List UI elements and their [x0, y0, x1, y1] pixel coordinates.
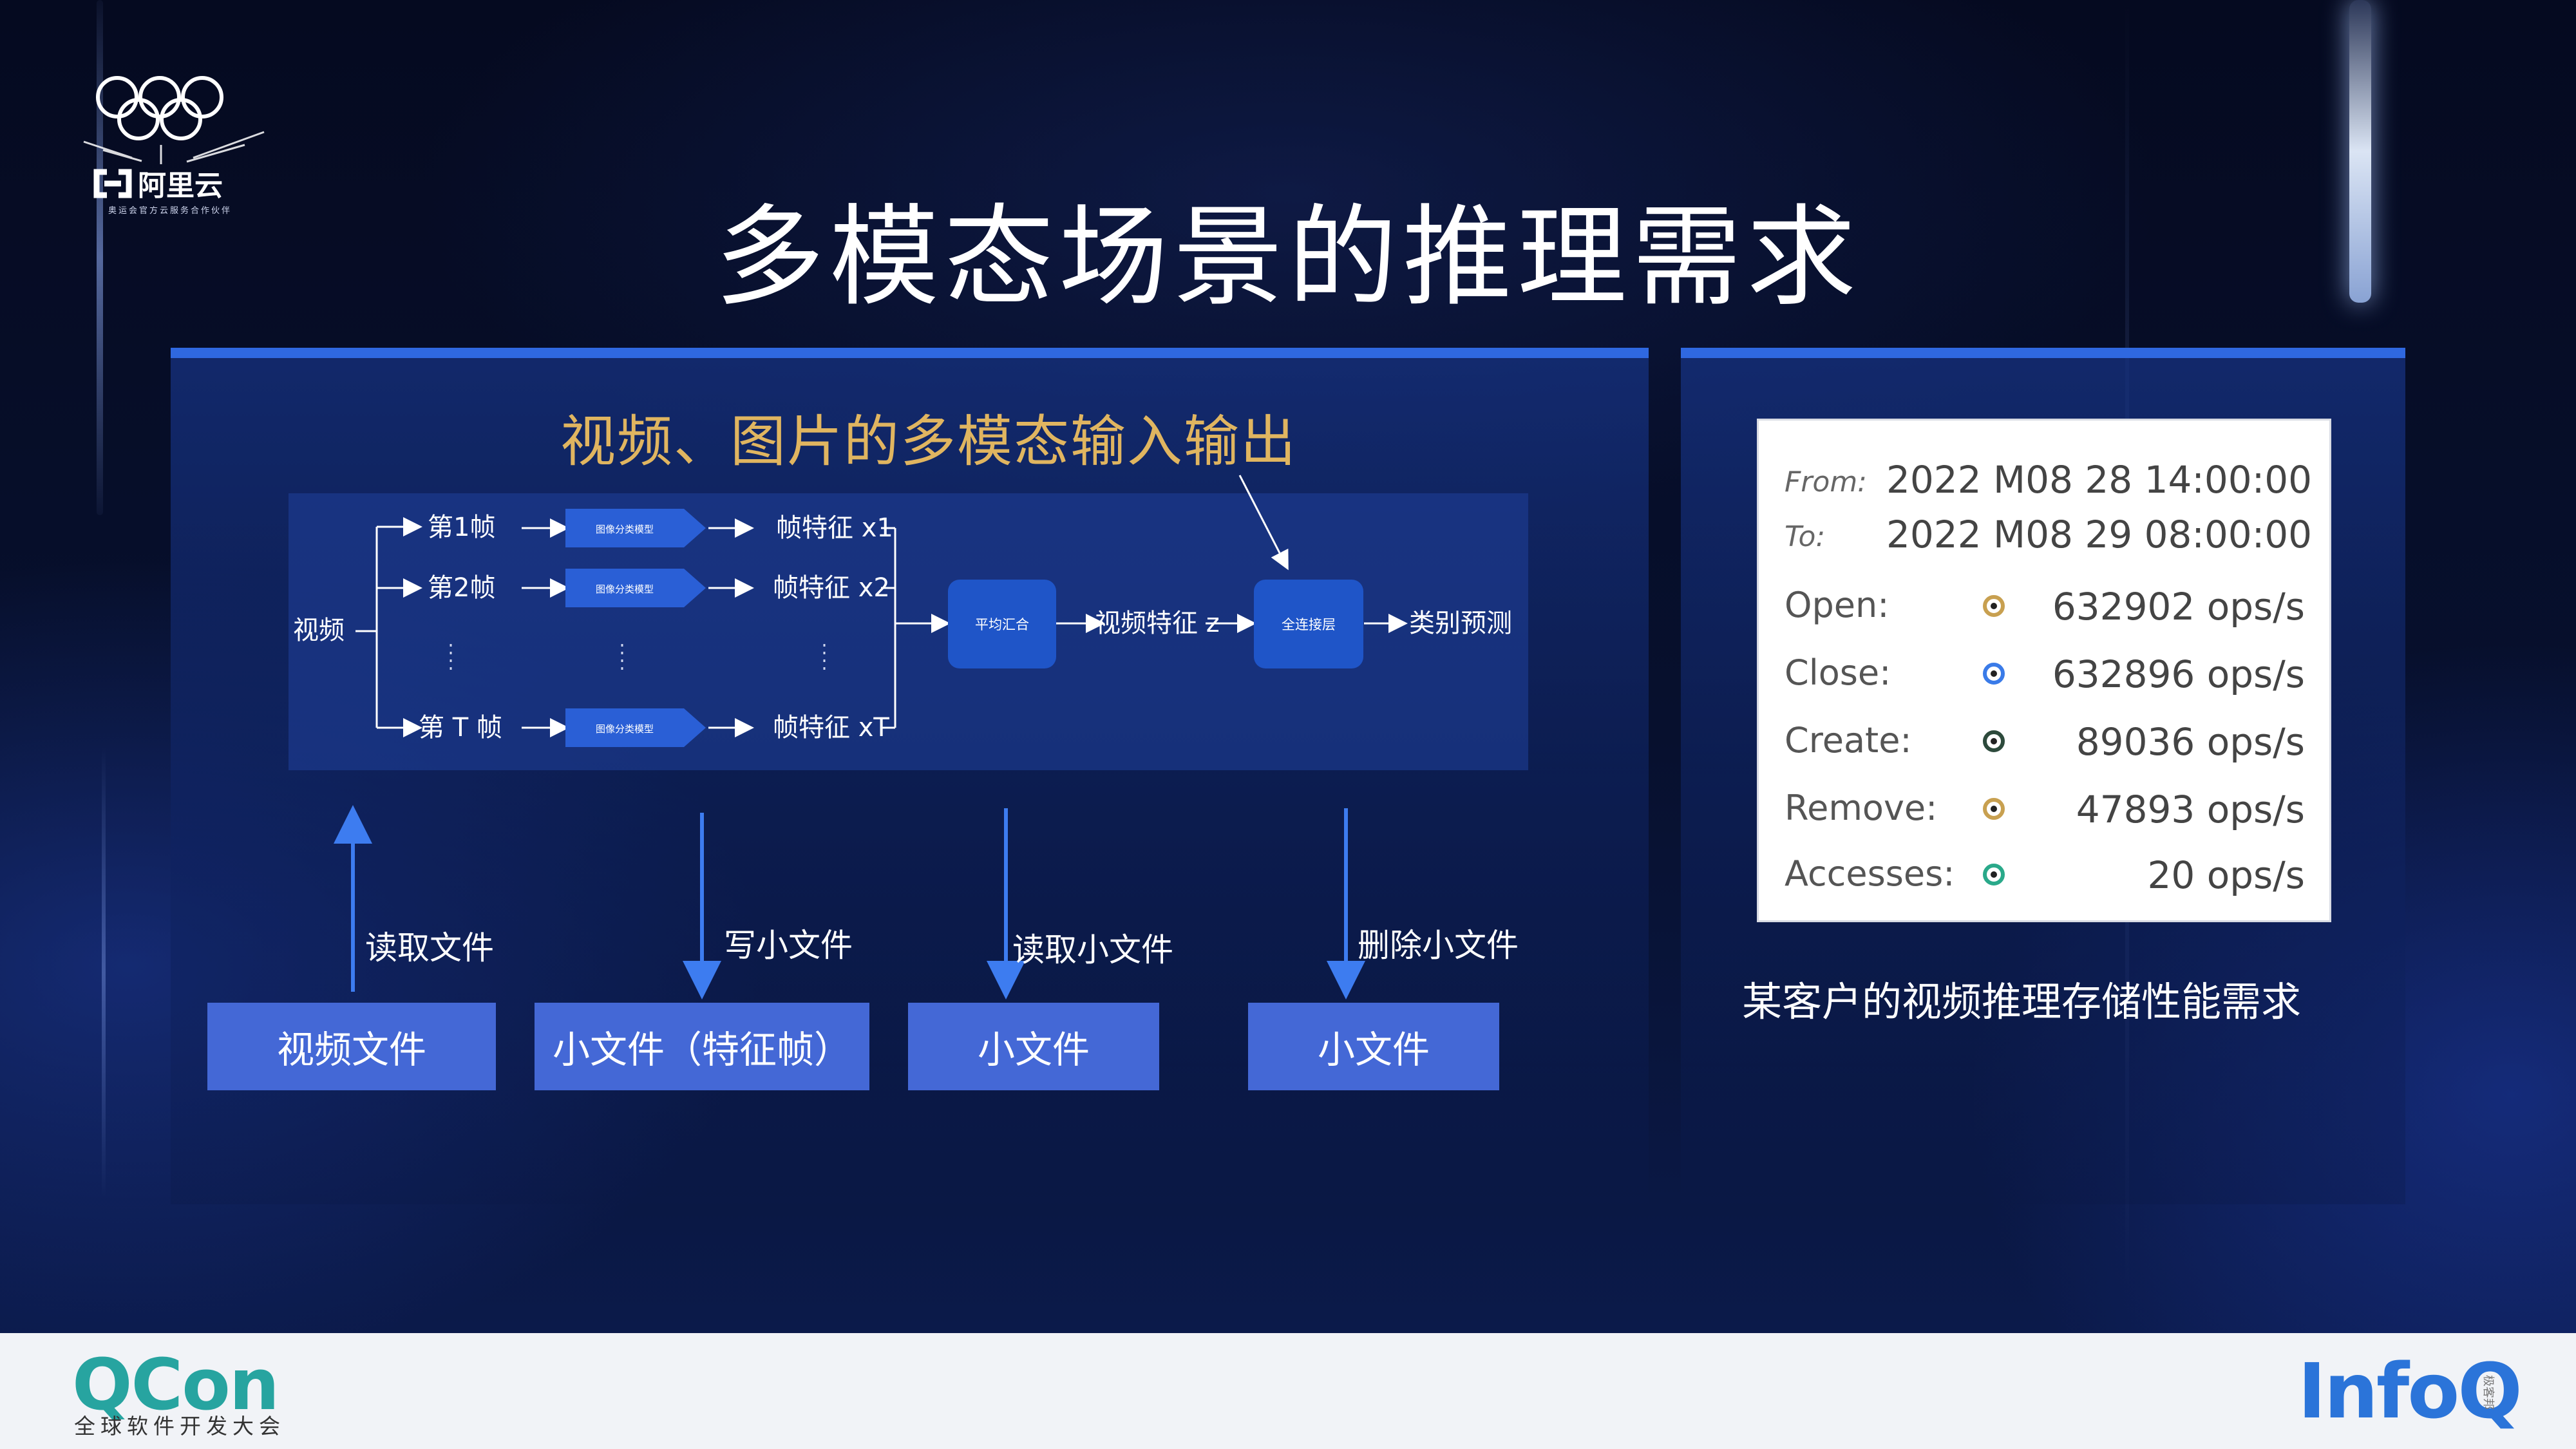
file-small-2: 小文件	[1248, 1003, 1499, 1090]
op-read-small-file: 读取小文件	[1012, 931, 1173, 969]
stats-create-row: Create: 89036 ops/s	[1759, 720, 2329, 772]
file-small-1: 小文件	[908, 1003, 1159, 1090]
close-legend-dot-icon	[1983, 663, 2005, 685]
stats-accesses-label: Accesses:	[1785, 853, 1955, 894]
stats-remove-label: Remove:	[1785, 788, 1938, 828]
stats-remove-value: 47893 ops/s	[2076, 788, 2305, 831]
storage-performance-stats: From: 2022 M08 28 14:00:00 To: 2022 M08 …	[1757, 419, 2331, 922]
stats-caption: 某客户的视频推理存储性能需求	[1742, 978, 2302, 1025]
frame-1-label: 第1帧	[428, 513, 496, 542]
stats-from-label: From:	[1785, 466, 1868, 498]
frame-feature-xt: 帧特征 xT	[773, 713, 889, 743]
stats-from-value: 2022 M08 28 14:00:00	[1886, 458, 2313, 502]
frame-t-label: 第 T 帧	[419, 713, 502, 743]
file-video: 视频文件	[207, 1003, 496, 1090]
stats-remove-row: Remove: 47893 ops/s	[1759, 788, 2329, 839]
open-legend-dot-icon	[1983, 595, 2005, 617]
file-small-feature-frames: 小文件（特征帧）	[535, 1003, 869, 1090]
remove-legend-dot-icon	[1983, 798, 2005, 820]
classifier-label-1: 图像分类模型	[595, 524, 654, 535]
infoq-tagline: 极客邦	[2481, 1375, 2495, 1410]
stats-open-value: 632902 ops/s	[2052, 585, 2305, 629]
classifier-label-3: 图像分类模型	[595, 723, 654, 735]
classifier-label-2: 图像分类模型	[595, 583, 654, 595]
stats-from-row: From: 2022 M08 28 14:00:00	[1759, 458, 2329, 509]
stats-create-value: 89036 ops/s	[2076, 720, 2305, 764]
video-feature-label: 视频特征 z	[1095, 609, 1220, 638]
op-write-small-file: 写小文件	[724, 927, 853, 964]
diagram-source-video: 视频	[293, 616, 345, 645]
average-pooling-node: 平均汇合	[948, 580, 1056, 668]
op-delete-small-file: 删除小文件	[1358, 927, 1519, 964]
stats-accesses-row: Accesses: 20 ops/s	[1759, 853, 2329, 905]
accesses-legend-dot-icon	[1983, 864, 2005, 886]
frame-feature-x2: 帧特征 x2	[773, 573, 890, 603]
stats-to-row: To: 2022 M08 29 08:00:00	[1759, 513, 2329, 564]
stats-accesses-value: 20 ops/s	[2147, 853, 2305, 897]
footer-bar	[0, 1333, 2576, 1449]
stats-open-row: Open: 632902 ops/s	[1759, 585, 2329, 636]
stats-create-label: Create:	[1785, 720, 1912, 761]
stats-close-row: Close: 632896 ops/s	[1759, 652, 2329, 704]
class-prediction-label: 类别预测	[1409, 609, 1512, 638]
frame-feature-x1: 帧特征 x1	[776, 513, 893, 543]
create-legend-dot-icon	[1983, 730, 2005, 752]
op-read-file: 读取文件	[365, 929, 494, 967]
stats-to-value: 2022 M08 29 08:00:00	[1886, 513, 2313, 556]
stats-open-label: Open:	[1785, 585, 1889, 625]
stats-to-label: To:	[1785, 520, 1826, 553]
stats-close-label: Close:	[1785, 652, 1891, 693]
fully-connected-node: 全连接层	[1254, 580, 1363, 668]
qcon-subtitle: 全球软件开发大会	[74, 1414, 285, 1439]
frame-2-label: 第2帧	[428, 573, 496, 603]
stats-close-value: 632896 ops/s	[2052, 652, 2305, 696]
